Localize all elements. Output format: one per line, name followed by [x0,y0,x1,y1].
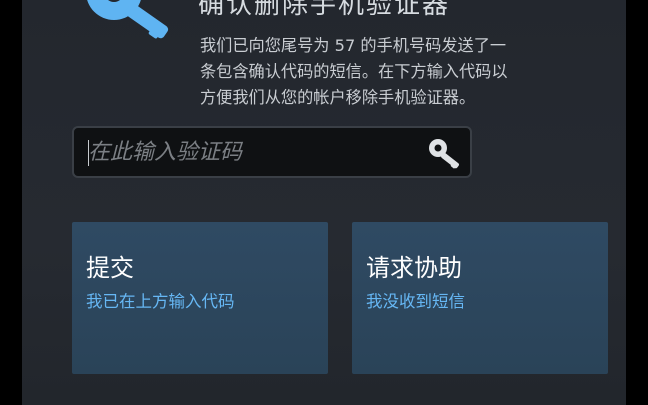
code-input-box[interactable] [72,126,472,178]
remove-authenticator-panel: 确认删除手机验证器 我们已向您尾号为 57 的手机号码发送了一 条包含确认代码的… [22,0,626,405]
request-help-button-subtitle: 我没收到短信 [366,292,465,311]
request-help-button[interactable]: 请求协助 我没收到短信 [352,222,608,374]
submit-button[interactable]: 提交 我已在上方输入代码 [72,222,328,374]
submit-button-title: 提交 [86,254,134,282]
page-title: 确认删除手机验证器 [198,0,451,20]
submit-button-subtitle: 我已在上方输入代码 [86,292,235,311]
key-icon [429,139,459,169]
instructions-text: 我们已向您尾号为 57 的手机号码发送了一 条包含确认代码的短信。在下方输入代码… [200,36,508,107]
verification-code-input[interactable] [88,134,408,170]
app-frame: 确认删除手机验证器 我们已向您尾号为 57 的手机号码发送了一 条包含确认代码的… [0,0,648,405]
key-icon [87,0,169,39]
request-help-button-title: 请求协助 [366,254,462,282]
